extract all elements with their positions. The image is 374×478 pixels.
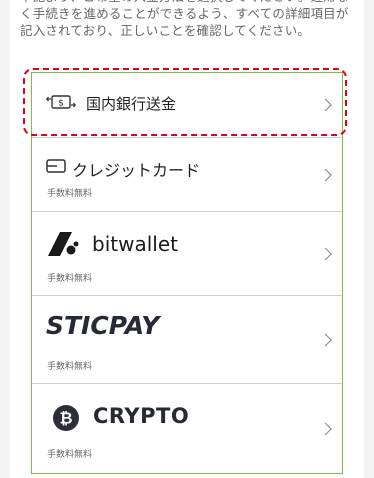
fee-note: 手数料無料 [47, 189, 93, 199]
bitcoin-icon: ₿ [53, 405, 79, 431]
method-sticpay[interactable]: STICPAY 手数料無料 [32, 295, 342, 383]
method-bank-transfer[interactable]: $ 国内銀行送金 [32, 73, 342, 137]
svg-text:₿: ₿ [59, 409, 72, 428]
intro-text: 下記より、ご希望の入金方法を選択してください。遅滞なく手続きを進めることができる… [20, 0, 349, 38]
chevron-right-icon [319, 333, 332, 346]
payment-method-list: $ 国内銀行送金 クレジットカード 手数料無料 bitwallet 手数料無料 … [31, 72, 343, 474]
chevron-right-icon [319, 422, 332, 435]
method-label: bitwallet [92, 232, 178, 256]
credit-card-icon [46, 159, 66, 173]
method-label: クレジットカード [72, 161, 201, 180]
method-bitwallet[interactable]: bitwallet 手数料無料 [32, 211, 342, 295]
svg-text:$: $ [58, 99, 64, 109]
bitwallet-logo [48, 232, 79, 256]
fee-note: 手数料無料 [47, 362, 93, 372]
fee-note: 手数料無料 [47, 450, 93, 460]
chevron-right-icon [319, 247, 332, 260]
chevron-right-icon [319, 168, 332, 181]
fee-note: 手数料無料 [47, 274, 93, 284]
chevron-right-icon [319, 98, 332, 112]
method-crypto[interactable]: ₿ CRYPTO 手数料無料 [32, 383, 342, 473]
method-label: STICPAY [46, 311, 160, 340]
method-label: 国内銀行送金 [86, 95, 177, 113]
method-label: CRYPTO [93, 404, 190, 428]
method-credit-card[interactable]: クレジットカード 手数料無料 [32, 137, 342, 211]
bank-transfer-icon: $ [46, 95, 76, 109]
